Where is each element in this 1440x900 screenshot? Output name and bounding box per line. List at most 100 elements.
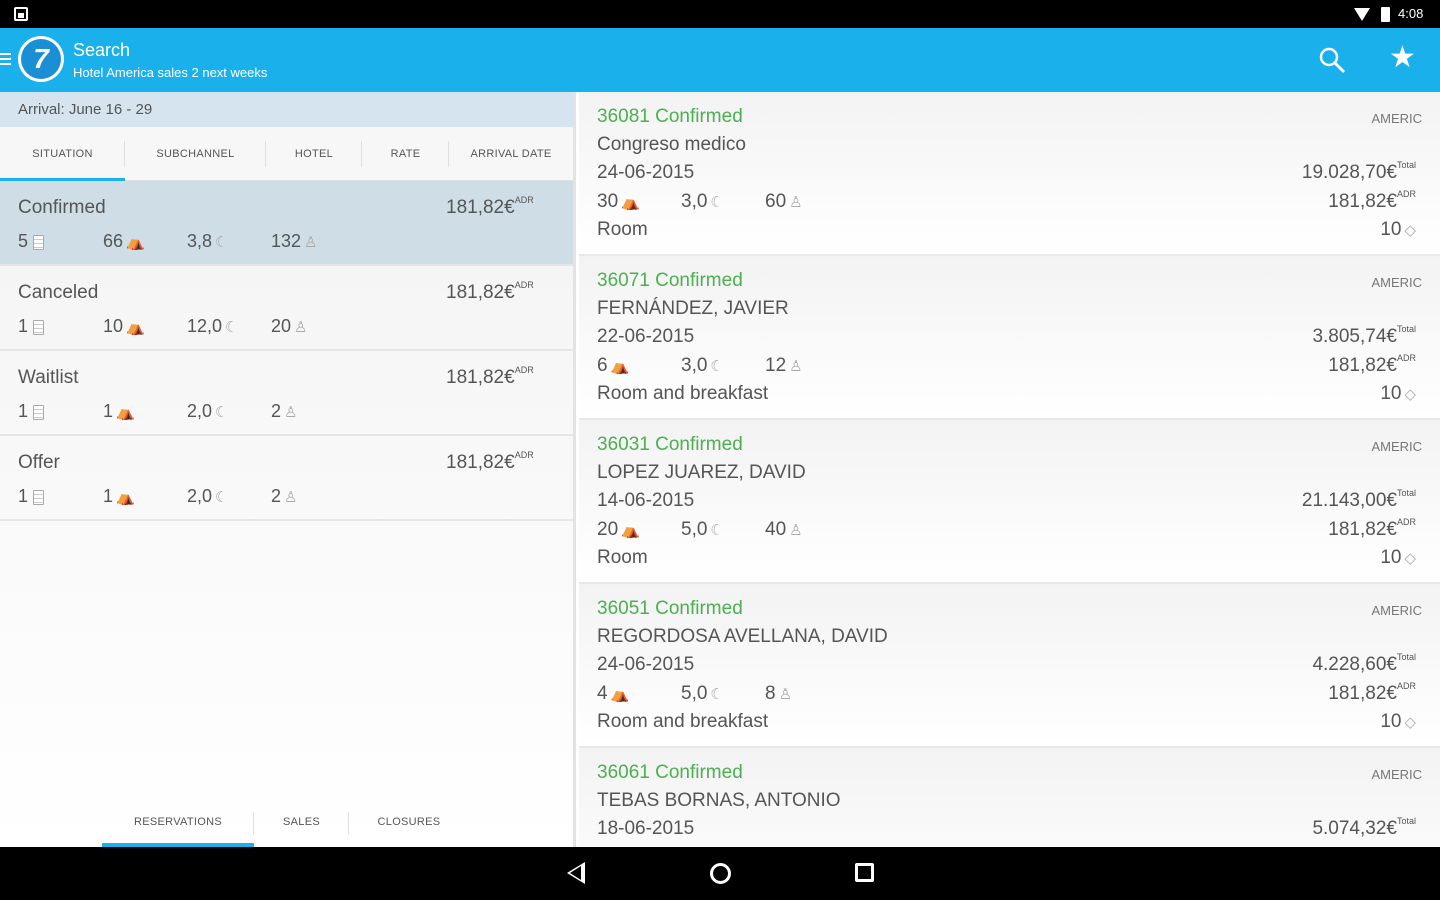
app-logo[interactable]: 7 (18, 36, 64, 82)
people-count: 2 ♙ (271, 486, 298, 507)
reservation-total: 4.228,60€Total (1312, 652, 1416, 675)
moon-icon: ☾ (710, 521, 724, 539)
moon-icon: ☾ (710, 685, 724, 703)
people-count: 40 ♙ (765, 519, 803, 540)
reservation-id: 36051 Confirmed (597, 598, 743, 619)
status-adr: 181,82€ADR (446, 450, 534, 473)
moon-icon: ☾ (225, 319, 239, 337)
board-type: Room (597, 219, 648, 240)
home-icon[interactable] (710, 863, 731, 884)
hotel-code: AMERIC (1371, 767, 1422, 782)
document-icon (33, 404, 45, 420)
bed-icon: ⛺ (126, 234, 145, 252)
reservation-total: 19.028,70€Total (1301, 160, 1416, 183)
menu-icon[interactable] (0, 53, 11, 67)
status-adr: 181,82€ADR (446, 195, 534, 218)
reservation-tag: 10 ◇ (1380, 219, 1416, 240)
reservation-date: 24-06-2015 (597, 162, 695, 183)
tab-situation[interactable]: SITUATION (0, 127, 125, 181)
guest-name: FERNÁNDEZ, JAVIER (597, 298, 789, 319)
reservation-adr: 181,82€ADR (1328, 353, 1416, 376)
reservation-count: 1 (18, 486, 45, 507)
reservation-item[interactable]: 36051 Confirmed AMERIC REGORDOSA AVELLAN… (579, 584, 1440, 748)
person-icon: ♙ (778, 685, 793, 703)
room-count: 4 ⛺ (597, 683, 630, 704)
guest-count: 1 ⛺ (103, 401, 135, 422)
status-row-waitlist[interactable]: Waitlist 181,82€ADR 1 1 ⛺ 2,0 ☾ 2 ♙ (0, 351, 573, 436)
reservation-id: 36081 Confirmed (597, 106, 743, 127)
guest-count: 10 ⛺ (103, 316, 145, 337)
tab-subchannel[interactable]: SUBCHANNEL (125, 127, 266, 181)
tab-rate[interactable]: RATE (362, 127, 449, 181)
search-icon[interactable] (1318, 46, 1346, 74)
app-title: Search (73, 40, 131, 60)
night-count: 5,0 ☾ (681, 683, 724, 704)
tab-arrival-date[interactable]: ARRIVAL DATE (449, 127, 573, 181)
reservation-id: 36061 Confirmed (597, 762, 743, 783)
bed-icon: ⛺ (621, 521, 640, 539)
bottom-tabs: RESERVATIONS SALES CLOSURES (0, 804, 573, 847)
back-icon[interactable] (567, 862, 585, 884)
tag-icon: ◇ (1404, 221, 1416, 239)
board-type: Room and breakfast (597, 711, 769, 732)
clock: 4:08 (1398, 6, 1424, 21)
reservation-item[interactable]: 36081 Confirmed AMERIC Congreso medico 2… (579, 92, 1440, 256)
status-name: Canceled (18, 282, 99, 303)
reservation-total: 3.805,74€Total (1312, 324, 1416, 347)
reservation-item[interactable]: 36071 Confirmed AMERIC FERNÁNDEZ, JAVIER… (579, 256, 1440, 420)
status-row-offer[interactable]: Offer 181,82€ADR 1 1 ⛺ 2,0 ☾ 2 ♙ (0, 436, 573, 521)
hotel-code: AMERIC (1371, 275, 1422, 290)
people-count: 2 ♙ (271, 401, 298, 422)
reservation-count: 1 (18, 401, 45, 422)
moon-icon: ☾ (710, 357, 724, 375)
moon-icon: ☾ (215, 489, 229, 507)
person-icon: ♙ (789, 357, 803, 375)
tab-sales[interactable]: SALES (254, 804, 349, 847)
app-bar: 7 Search Hotel America sales 2 next week… (0, 28, 1440, 92)
people-count: 12 ♙ (765, 355, 803, 376)
reservation-list: 36081 Confirmed AMERIC Congreso medico 2… (579, 92, 1440, 847)
document-icon (33, 234, 45, 250)
night-count: 3,0 ☾ (681, 191, 724, 212)
document-icon (33, 319, 45, 335)
tab-reservations[interactable]: RESERVATIONS (102, 804, 254, 847)
tag-icon: ◇ (1404, 385, 1416, 403)
person-icon: ♙ (294, 319, 308, 337)
people-count: 60 ♙ (765, 191, 803, 212)
moon-icon: ☾ (710, 193, 724, 211)
tab-closures[interactable]: CLOSURES (349, 804, 469, 847)
hotel-code: AMERIC (1371, 603, 1422, 618)
people-count: 8 ♙ (765, 683, 793, 704)
status-name: Waitlist (18, 367, 79, 388)
status-name: Confirmed (18, 197, 106, 218)
bed-icon: ⛺ (116, 489, 135, 507)
night-count: 2,0 ☾ (187, 401, 229, 422)
tag-icon: ◇ (1404, 713, 1416, 731)
reservation-item[interactable]: 36031 Confirmed AMERIC LOPEZ JUAREZ, DAV… (579, 420, 1440, 584)
reservation-date: 24-06-2015 (597, 654, 695, 675)
bed-icon: ⛺ (621, 193, 640, 211)
wifi-icon (1354, 8, 1370, 21)
person-icon: ♙ (284, 404, 298, 422)
status-adr: 181,82€ADR (446, 280, 534, 303)
room-count: 6 ⛺ (597, 355, 630, 376)
guest-name: TEBAS BORNAS, ANTONIO (597, 790, 841, 811)
person-icon: ♙ (789, 193, 803, 211)
status-row-canceled[interactable]: Canceled 181,82€ADR 1 10 ⛺ 12,0 ☾ 20 ♙ (0, 266, 573, 351)
guest-count: 66 ⛺ (103, 231, 145, 252)
document-icon (33, 489, 45, 505)
status-bar: 4:08 (0, 0, 1440, 28)
reservation-tag: 10 ◇ (1380, 547, 1416, 568)
tab-hotel[interactable]: HOTEL (266, 127, 362, 181)
tag-icon: ◇ (1404, 549, 1416, 567)
reservation-item[interactable]: 36061 Confirmed AMERIC TEBAS BORNAS, ANT… (579, 748, 1440, 847)
recent-apps-icon[interactable] (855, 863, 874, 882)
favorite-star-icon[interactable]: ★ (1389, 42, 1416, 74)
people-count: 20 ♙ (271, 316, 308, 337)
guest-name: LOPEZ JUAREZ, DAVID (597, 462, 806, 483)
reservation-adr: 181,82€ADR (1328, 517, 1416, 540)
bed-icon: ⛺ (116, 404, 135, 422)
status-row-confirmed[interactable]: Confirmed 181,82€ADR 5 66 ⛺ 3,8 ☾ 132 ♙ (0, 181, 573, 266)
reservation-adr: 181,82€ADR (1328, 681, 1416, 704)
bed-icon: ⛺ (126, 319, 145, 337)
